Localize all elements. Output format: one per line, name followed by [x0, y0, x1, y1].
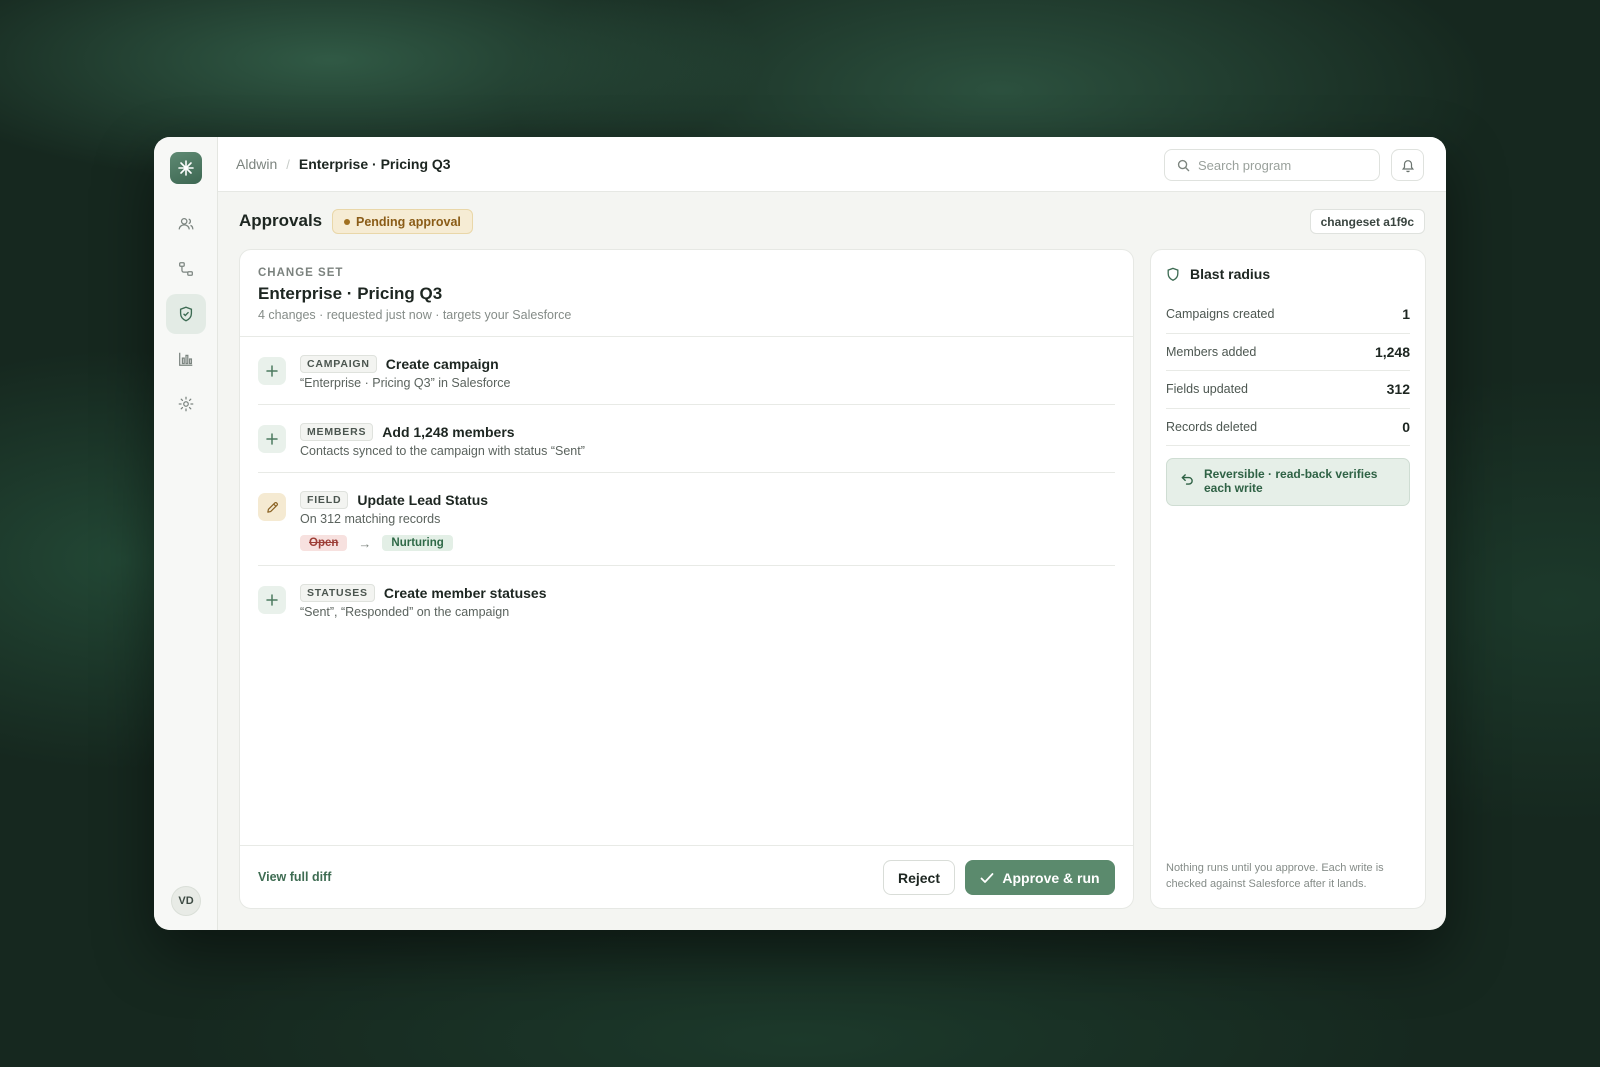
changeset-eyebrow: CHANGE SET: [258, 267, 344, 279]
approve-run-button[interactable]: Approve & run: [965, 860, 1115, 895]
changeset-header: CHANGE SET Enterprise · Pricing Q3 4 cha…: [240, 250, 1133, 337]
sidebar-rail: VD: [154, 137, 218, 930]
change-kind-tag: STATUSES: [300, 584, 375, 602]
approve-run-label: Approve & run: [1002, 869, 1100, 886]
stat-value: 1,248: [1374, 343, 1410, 360]
blast-radius-stats: Campaigns created 1 Members added 1,248 …: [1166, 296, 1410, 446]
sidebar-item-people[interactable]: [166, 204, 206, 244]
changeset-meta: 4 changes · requested just now · targets…: [258, 308, 572, 322]
flow-icon: [178, 262, 193, 276]
reversible-notice: Reversible · read-back verifies each wri…: [1166, 458, 1410, 506]
change-body: STATUSES Create member statuses “Sent”, …: [300, 584, 1115, 619]
change-description: “Enterprise · Pricing Q3” in Salesforce: [300, 376, 511, 390]
changeset-id-chip[interactable]: changeset a1f9c: [1309, 209, 1425, 234]
change-heading: FIELD Update Lead Status: [300, 491, 1115, 509]
top-bar: Aldwin / Enterprise · Pricing Q3: [218, 137, 1446, 192]
blast-radius-title: Blast radius: [1190, 266, 1271, 282]
app-logo[interactable]: [169, 152, 202, 184]
stat-row: Campaigns created 1: [1166, 296, 1410, 334]
change-kind-tag: CAMPAIGN: [300, 355, 377, 373]
stat-row: Fields updated 312: [1166, 371, 1410, 409]
stat-label: Fields updated: [1166, 382, 1249, 397]
status-dot-icon: [344, 218, 350, 225]
change-title: Create campaign: [385, 356, 499, 372]
change-heading: STATUSES Create member statuses: [300, 584, 1115, 602]
undo-icon: [1181, 474, 1193, 485]
bell-icon: [1401, 159, 1414, 172]
change-list: CAMPAIGN Create campaign “Enterprise · P…: [240, 337, 1133, 633]
stat-label: Members added: [1166, 344, 1257, 359]
reversible-text: Reversible · read-back verifies each wri…: [1204, 467, 1378, 495]
change-title: Add 1,248 members: [382, 424, 515, 440]
change-heading: CAMPAIGN Create campaign: [300, 355, 1115, 373]
notifications-button[interactable]: [1391, 149, 1424, 181]
breadcrumb-separator: /: [286, 156, 290, 172]
blast-radius-header: Blast radius: [1166, 266, 1410, 282]
blast-radius-card: Blast radius Campaigns created 1 Members…: [1150, 249, 1426, 909]
change-description: Contacts synced to the campaign with sta…: [300, 444, 585, 458]
people-icon: [178, 217, 193, 230]
change-description: “Sent”, “Responded” on the campaign: [300, 605, 510, 619]
change-kind-tag: FIELD: [300, 491, 349, 509]
sidebar-item-approvals[interactable]: [165, 294, 206, 334]
change-item: MEMBERS Add 1,248 members Contacts synce…: [258, 405, 1115, 473]
plus-icon: [258, 586, 286, 614]
value-transition: Open → Nurturing: [300, 535, 1115, 551]
changeset-title: Enterprise · Pricing Q3: [258, 284, 443, 303]
changeset-card: CHANGE SET Enterprise · Pricing Q3 4 cha…: [239, 249, 1134, 909]
arrow-right-icon: →: [358, 535, 372, 551]
page-title: Approvals: [239, 211, 323, 230]
view-full-diff-link[interactable]: View full diff: [258, 870, 331, 884]
change-body: FIELD Update Lead Status On 312 matching…: [300, 491, 1115, 551]
status-badge: Pending approval: [332, 209, 473, 234]
breadcrumb-current: Enterprise · Pricing Q3: [298, 156, 451, 172]
plus-icon: [258, 357, 286, 385]
gear-icon: [178, 396, 193, 412]
new-value-pill: Nurturing: [382, 535, 453, 551]
pencil-icon: [258, 493, 286, 521]
search-icon: [1177, 159, 1190, 171]
stat-value: 1: [1402, 306, 1410, 323]
change-heading: MEMBERS Add 1,248 members: [300, 423, 1115, 441]
stat-value: 0: [1402, 418, 1410, 435]
stat-label: Records deleted: [1166, 419, 1258, 434]
snowflake-logo-icon: [177, 160, 194, 176]
search-box[interactable]: [1164, 149, 1380, 181]
stat-label: Campaigns created: [1166, 307, 1275, 322]
change-item: FIELD Update Lead Status On 312 matching…: [258, 473, 1115, 566]
main-area: Aldwin / Enterprise · Pricing Q3 Approva…: [218, 137, 1446, 930]
sidebar-item-analytics[interactable]: [166, 339, 206, 379]
old-value-pill: Open: [300, 535, 348, 551]
shield-check-icon: [179, 306, 192, 322]
content: Approvals Pending approval changeset a1f…: [218, 192, 1446, 930]
search-input[interactable]: [1198, 157, 1368, 173]
reject-button[interactable]: Reject: [882, 860, 955, 895]
change-body: MEMBERS Add 1,248 members Contacts synce…: [300, 423, 1115, 458]
change-item: CAMPAIGN Create campaign “Enterprise · P…: [258, 337, 1115, 405]
shield-icon: [1167, 267, 1179, 281]
sidebar-item-settings[interactable]: [166, 384, 206, 424]
change-description: On 312 matching records: [300, 512, 441, 526]
stat-row: Members added 1,248: [1166, 334, 1410, 371]
sidebar-item-flows[interactable]: [166, 249, 206, 289]
stat-row: Records deleted 0: [1166, 409, 1410, 446]
change-title: Create member statuses: [383, 585, 547, 601]
stat-value: 312: [1386, 381, 1410, 398]
app-window: VD Aldwin / Enterprise · Pricing Q3 Appr…: [154, 137, 1446, 930]
change-kind-tag: MEMBERS: [300, 423, 374, 441]
bar-chart-icon: [178, 352, 192, 366]
plus-icon: [258, 425, 286, 453]
change-body: CAMPAIGN Create campaign “Enterprise · P…: [300, 355, 1115, 390]
avatar[interactable]: VD: [171, 886, 201, 916]
changeset-footer: View full diff Reject Approve & run: [240, 845, 1133, 908]
change-item: STATUSES Create member statuses “Sent”, …: [258, 566, 1115, 633]
status-badge-label: Pending approval: [356, 214, 461, 229]
change-title: Update Lead Status: [357, 492, 489, 508]
check-icon: [980, 872, 994, 883]
breadcrumb-root[interactable]: Aldwin: [236, 156, 277, 172]
blast-radius-footnote: Nothing runs until you approve. Each wri…: [1166, 862, 1384, 890]
